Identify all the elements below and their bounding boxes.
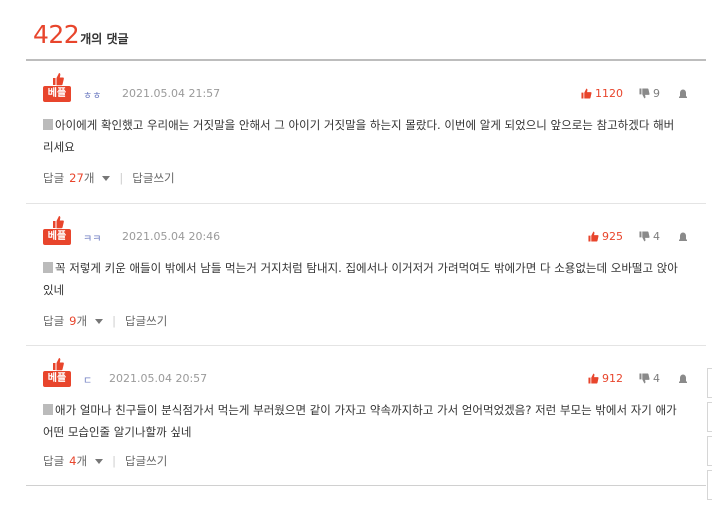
comment-item: 베플 ㄷ 2021.05.04 20:57 912 4 애가 얼마나 친구들이 …	[26, 345, 706, 484]
comment-actions: 1120 9	[581, 86, 688, 100]
reply-bar: 답글 9 개 | 답글쓰기	[43, 313, 167, 329]
triangle-down-icon	[102, 175, 111, 181]
thumbs-up-icon	[588, 373, 599, 384]
report-button[interactable]	[678, 373, 688, 383]
divider: |	[112, 314, 116, 328]
reply-bar: 답글 4 개 | 답글쓰기	[43, 453, 167, 469]
reply-label: 답글	[43, 171, 65, 185]
thumbs-down-icon	[639, 87, 650, 98]
comment-item: 베플 ㅋㅋ 2021.05.04 20:46 925 4 꼭 저렇게 키운 애들…	[26, 203, 706, 346]
thumbs-down-icon	[639, 372, 650, 383]
comment-actions: 912 4	[588, 371, 688, 385]
thumbs-up-icon	[53, 73, 64, 86]
downvote-button[interactable]: 9	[639, 87, 660, 100]
reply-toggle[interactable]: 답글 4 개	[43, 453, 104, 469]
comment-body: 아이에게 확인했고 우리애는 거짓말을 안해서 그 아이기 거짓말을 하는지 몰…	[43, 114, 683, 158]
comment-date: 2021.05.04 21:57	[122, 87, 221, 100]
siren-icon	[679, 89, 687, 98]
best-badge: 베플	[43, 72, 71, 103]
thumbs-up-icon	[53, 358, 64, 371]
triangle-down-icon	[95, 318, 104, 324]
divider: |	[119, 171, 124, 185]
upvote-button[interactable]: 912	[588, 372, 623, 385]
best-label: 베플	[43, 86, 71, 102]
side-button[interactable]	[707, 368, 712, 398]
report-button[interactable]	[678, 88, 688, 98]
comment-body: 애가 얼마나 친구들이 분식점가서 먹는게 부러웠으면 같이 가자고 약속까지하…	[43, 399, 683, 443]
downvote-button[interactable]: 4	[639, 372, 660, 385]
comment-count-label: 개의 댓글	[80, 32, 129, 46]
comment-nickname[interactable]: ㅋㅋ	[83, 230, 101, 245]
thumbs-down-icon	[639, 230, 650, 241]
reply-unit: 개	[76, 314, 88, 328]
reply-count: 9	[69, 314, 77, 328]
reply-label: 답글	[43, 314, 65, 328]
comment-body: 꼭 저렇게 키운 애들이 밖에서 남들 먹는거 거지처럼 탐내지. 집에서나 이…	[43, 257, 683, 301]
comment-text: 꼭 저렇게 키운 애들이 밖에서 남들 먹는거 거지처럼 탐내지. 집에서나 이…	[43, 261, 678, 297]
comment-text: 애가 얼마나 친구들이 분식점가서 먹는게 부러웠으면 같이 가자고 약속까지하…	[43, 403, 677, 439]
downvote-count: 9	[653, 86, 660, 100]
side-button[interactable]	[707, 470, 712, 500]
comment-item: 베플 ㅎㅎ 2021.05.04 21:57 1120 9 아이에게 확인했고 …	[26, 61, 706, 203]
thumbs-up-icon	[581, 88, 592, 99]
thumbs-up-icon	[53, 216, 64, 229]
comment-count: 422	[33, 20, 80, 49]
best-label: 베플	[43, 371, 71, 387]
reply-toggle[interactable]: 답글 9 개	[43, 313, 104, 329]
upvote-button[interactable]: 1120	[581, 87, 623, 100]
triangle-down-icon	[95, 458, 104, 464]
side-button[interactable]	[707, 436, 712, 466]
downvote-count: 4	[653, 229, 660, 243]
upvote-button[interactable]: 925	[588, 230, 623, 243]
best-badge: 베플	[43, 215, 71, 246]
comment-date: 2021.05.04 20:57	[109, 372, 208, 385]
downvote-button[interactable]: 4	[639, 230, 660, 243]
siren-icon	[679, 374, 687, 383]
best-badge: 베플	[43, 357, 71, 388]
reply-count: 4	[69, 454, 77, 468]
reply-label: 답글	[43, 454, 65, 468]
upvote-count: 912	[602, 371, 623, 385]
upvote-count: 1120	[595, 86, 623, 100]
comment-text: 아이에게 확인했고 우리애는 거짓말을 안해서 그 아이기 거짓말을 하는지 몰…	[43, 118, 675, 154]
document-icon	[43, 262, 53, 273]
reply-unit: 개	[76, 454, 88, 468]
comment-actions: 925 4	[588, 229, 688, 243]
best-label: 베플	[43, 229, 71, 245]
document-icon	[43, 119, 53, 130]
report-button[interactable]	[678, 231, 688, 241]
side-button[interactable]	[707, 402, 712, 432]
comment-nickname[interactable]: ㅎㅎ	[83, 87, 101, 102]
thumbs-up-icon	[588, 231, 599, 242]
reply-unit: 개	[83, 171, 95, 185]
document-icon	[43, 404, 53, 415]
reply-toggle[interactable]: 답글 27 개	[43, 170, 111, 186]
siren-icon	[679, 232, 687, 241]
downvote-count: 4	[653, 371, 660, 385]
reply-bar: 답글 27 개 | 답글쓰기	[43, 170, 175, 186]
write-reply-button[interactable]: 답글쓰기	[125, 453, 167, 469]
comment-list: 베플 ㅎㅎ 2021.05.04 21:57 1120 9 아이에게 확인했고 …	[26, 59, 706, 486]
comment-header: 422 개의 댓글	[33, 20, 129, 49]
divider: |	[112, 454, 116, 468]
comment-date: 2021.05.04 20:46	[122, 230, 221, 243]
comment-nickname[interactable]: ㄷ	[83, 372, 92, 387]
reply-count: 27	[69, 171, 84, 185]
upvote-count: 925	[602, 229, 623, 243]
write-reply-button[interactable]: 답글쓰기	[132, 170, 174, 186]
write-reply-button[interactable]: 답글쓰기	[125, 313, 167, 329]
